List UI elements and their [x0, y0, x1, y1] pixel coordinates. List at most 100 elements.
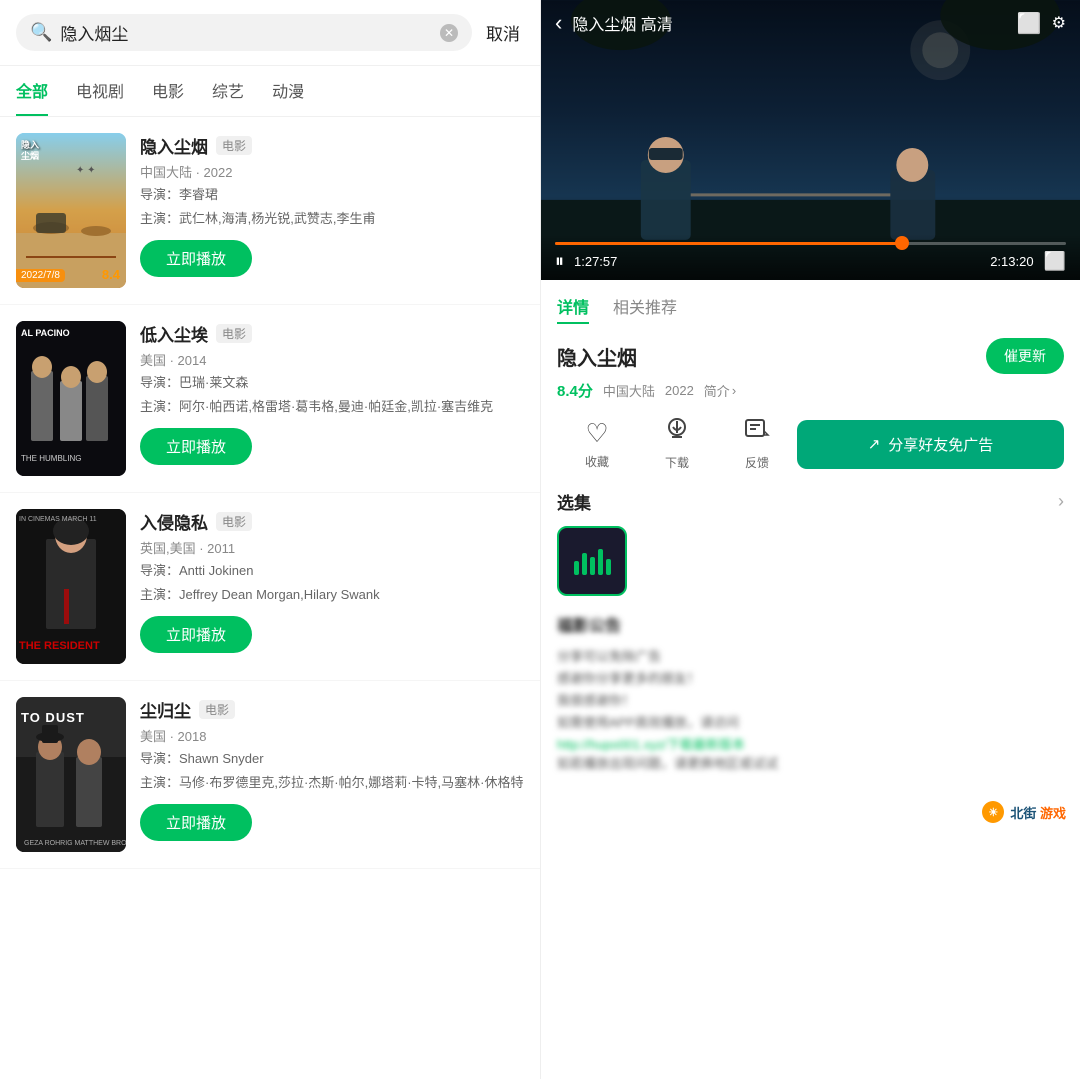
action-download[interactable]: 下载 — [637, 417, 717, 471]
movie-title-row: 入侵隐私 电影 — [140, 509, 524, 534]
list-item: ✦ ✦ 隐入 尘烟 2022/7/8 8.4 隐入尘烟 电影 中国大陆 · 20… — [0, 117, 540, 305]
search-input[interactable] — [60, 23, 432, 43]
movie-info: 尘归尘 电影 美国 · 2018 导演：Shawn Snyder 主演：马修·布… — [140, 697, 524, 841]
poster-art-1: ✦ ✦ 隐入 尘烟 — [16, 133, 126, 288]
search-bar: 🔍 ✕ 取消 — [0, 0, 540, 66]
video-top-icons: ⬜ ⚙ — [1017, 11, 1066, 36]
collect-label: 收藏 — [585, 453, 609, 470]
movie-meta: 英国,美国 · 2011 — [140, 538, 524, 557]
airplay-icon[interactable]: ⬜ — [1017, 11, 1042, 36]
time-total: 2:13:20 — [990, 254, 1033, 269]
watermark-icon: ☀ — [982, 801, 1004, 823]
movie-info: 入侵隐私 电影 英国,美国 · 2011 导演：Antti Jokinen 主演… — [140, 509, 524, 653]
play-button-2[interactable]: 立即播放 — [140, 428, 252, 465]
progress-fill — [555, 242, 902, 245]
pause-button[interactable]: ⏸ — [555, 251, 564, 272]
video-player-title: 隐入尘烟 高清 — [572, 11, 1016, 35]
download-label: 下载 — [665, 454, 689, 471]
episodes-header: 选集 › — [557, 489, 1064, 514]
action-feedback[interactable]: 反馈 — [717, 417, 797, 471]
action-collect[interactable]: ♡ 收藏 — [557, 418, 637, 470]
tab-all[interactable]: 全部 — [16, 66, 48, 116]
back-button[interactable]: ‹ — [555, 10, 562, 36]
play-button-3[interactable]: 立即播放 — [140, 616, 252, 653]
movie-meta: 美国 · 2014 — [140, 350, 524, 369]
info-link[interactable]: http://hupo001.xyz/下载最新版本 — [557, 734, 1064, 753]
episodes-expand-icon[interactable]: › — [1058, 491, 1064, 512]
tab-movie[interactable]: 电影 — [152, 66, 184, 116]
list-item: THE RESIDENT IN CINEMAS MARCH 11 入侵隐私 电影… — [0, 493, 540, 681]
movie-detail-meta: 8.4分 中国大陆 2022 简介 › — [557, 380, 1064, 401]
time-current: 1:27:57 — [574, 254, 617, 269]
movie-title: 隐入尘烟 — [140, 133, 208, 158]
episodes-title: 选集 — [557, 489, 591, 514]
svg-text:尘烟: 尘烟 — [21, 150, 39, 161]
movie-director: 导演：Antti Jokinen — [140, 561, 524, 581]
settings-icon[interactable]: ⚙ — [1052, 13, 1066, 33]
fullscreen-button[interactable]: ⬜ — [1044, 251, 1066, 272]
info-title: 福影公告 — [557, 612, 1064, 636]
movie-director: 导演：Shawn Snyder — [140, 749, 524, 769]
tab-related[interactable]: 相关推荐 — [613, 294, 677, 324]
tab-tv[interactable]: 电视剧 — [76, 66, 124, 116]
progress-thumb — [895, 236, 909, 250]
play-button-1[interactable]: 立即播放 — [140, 240, 252, 277]
eq-bar-5 — [606, 559, 611, 575]
controls-row: ⏸ 1:27:57 2:13:20 ⬜ — [555, 251, 1066, 272]
tab-variety[interactable]: 综艺 — [212, 66, 244, 116]
share-ad-free-button[interactable]: ↗ 分享好友免广告 — [797, 420, 1064, 469]
poster-art-3: THE RESIDENT IN CINEMAS MARCH 11 — [16, 509, 126, 664]
search-icon: 🔍 — [30, 22, 52, 43]
share-ad-label: 分享好友免广告 — [888, 434, 993, 455]
detail-section: 详情 相关推荐 隐入尘烟 催更新 8.4分 中国大陆 2022 简介 › ♡ 收… — [541, 280, 1080, 489]
movie-info: 低入尘埃 电影 美国 · 2014 导演：巴瑞·莱文森 主演：阿尔·帕西诺,格雷… — [140, 321, 524, 465]
svg-text:隐入: 隐入 — [21, 139, 39, 150]
movie-type-badge: 电影 — [199, 700, 235, 719]
watermark: ☀ 北街 游戏 — [982, 801, 1066, 823]
episode-bars — [574, 547, 611, 575]
movie-type-badge: 电影 — [216, 324, 252, 343]
svg-text:THE RESIDENT: THE RESIDENT — [19, 640, 100, 652]
movie-poster: THE HUMBLING AL PACINO — [16, 321, 126, 476]
movie-director: 导演：李睿珺 — [140, 185, 524, 205]
intro-link[interactable]: 简介 › — [704, 381, 736, 400]
movie-poster: TO DUST GEZA ROHRIG MATTHEW BRODERICK — [16, 697, 126, 852]
movie-title: 低入尘埃 — [140, 321, 208, 346]
play-button-4[interactable]: 立即播放 — [140, 804, 252, 841]
watermark-area: ☀ 北街 游戏 — [541, 775, 1080, 835]
episode-thumbnail[interactable] — [557, 526, 627, 596]
movie-cast: 主演：阿尔·帕西诺,格雷塔·葛韦格,曼迪·帕廷金,凯拉·塞吉维克 — [140, 397, 524, 417]
clear-input-button[interactable]: ✕ — [440, 24, 458, 42]
svg-text:IN CINEMAS MARCH 11: IN CINEMAS MARCH 11 — [19, 516, 97, 523]
progress-bar[interactable] — [555, 242, 1066, 245]
svg-text:✦ ✦: ✦ ✦ — [76, 165, 96, 176]
category-tabs: 全部 电视剧 电影 综艺 动漫 — [0, 66, 540, 117]
video-top-bar: ‹ 隐入尘烟 高清 ⬜ ⚙ — [541, 0, 1080, 46]
search-input-wrap[interactable]: 🔍 ✕ — [16, 14, 472, 51]
movie-cast: 主演：Jeffrey Dean Morgan,Hilary Swank — [140, 585, 524, 605]
movie-title: 入侵隐私 — [140, 509, 208, 534]
right-panel: ‹ 隐入尘烟 高清 ⬜ ⚙ — [540, 0, 1080, 1079]
movie-title-row: 低入尘埃 电影 — [140, 321, 524, 346]
movie-detail-title: 隐入尘烟 — [557, 342, 637, 371]
movie-detail-title-row: 隐入尘烟 催更新 — [557, 338, 1064, 374]
movie-meta: 美国 · 2018 — [140, 726, 524, 745]
movie-type-badge: 电影 — [216, 136, 252, 155]
svg-text:GEZA ROHRIG MATTHEW BRODERICK: GEZA ROHRIG MATTHEW BRODERICK — [24, 840, 126, 847]
tab-anime[interactable]: 动漫 — [272, 66, 304, 116]
left-panel: 🔍 ✕ 取消 全部 电视剧 电影 综艺 动漫 — [0, 0, 540, 1079]
episodes-section: 选集 › — [541, 489, 1080, 596]
urge-update-button[interactable]: 催更新 — [986, 338, 1064, 374]
eq-bar-4 — [598, 549, 603, 575]
eq-bar-1 — [574, 561, 579, 575]
movie-info: 隐入尘烟 电影 中国大陆 · 2022 导演：李睿珺 主演：武仁林,海清,杨光锐… — [140, 133, 524, 277]
movie-poster: ✦ ✦ 隐入 尘烟 2022/7/8 8.4 — [16, 133, 126, 288]
list-item: TO DUST GEZA ROHRIG MATTHEW BRODERICK 尘归… — [0, 681, 540, 869]
cancel-search-button[interactable]: 取消 — [482, 20, 524, 45]
poster-art-4: TO DUST GEZA ROHRIG MATTHEW BRODERICK — [16, 697, 126, 852]
watermark-text: 北街 游戏 — [1010, 803, 1066, 822]
tab-detail[interactable]: 详情 — [557, 294, 589, 324]
results-list: ✦ ✦ 隐入 尘烟 2022/7/8 8.4 隐入尘烟 电影 中国大陆 · 20… — [0, 117, 540, 1079]
eq-bar-2 — [582, 553, 587, 575]
movie-title-row: 尘归尘 电影 — [140, 697, 524, 722]
